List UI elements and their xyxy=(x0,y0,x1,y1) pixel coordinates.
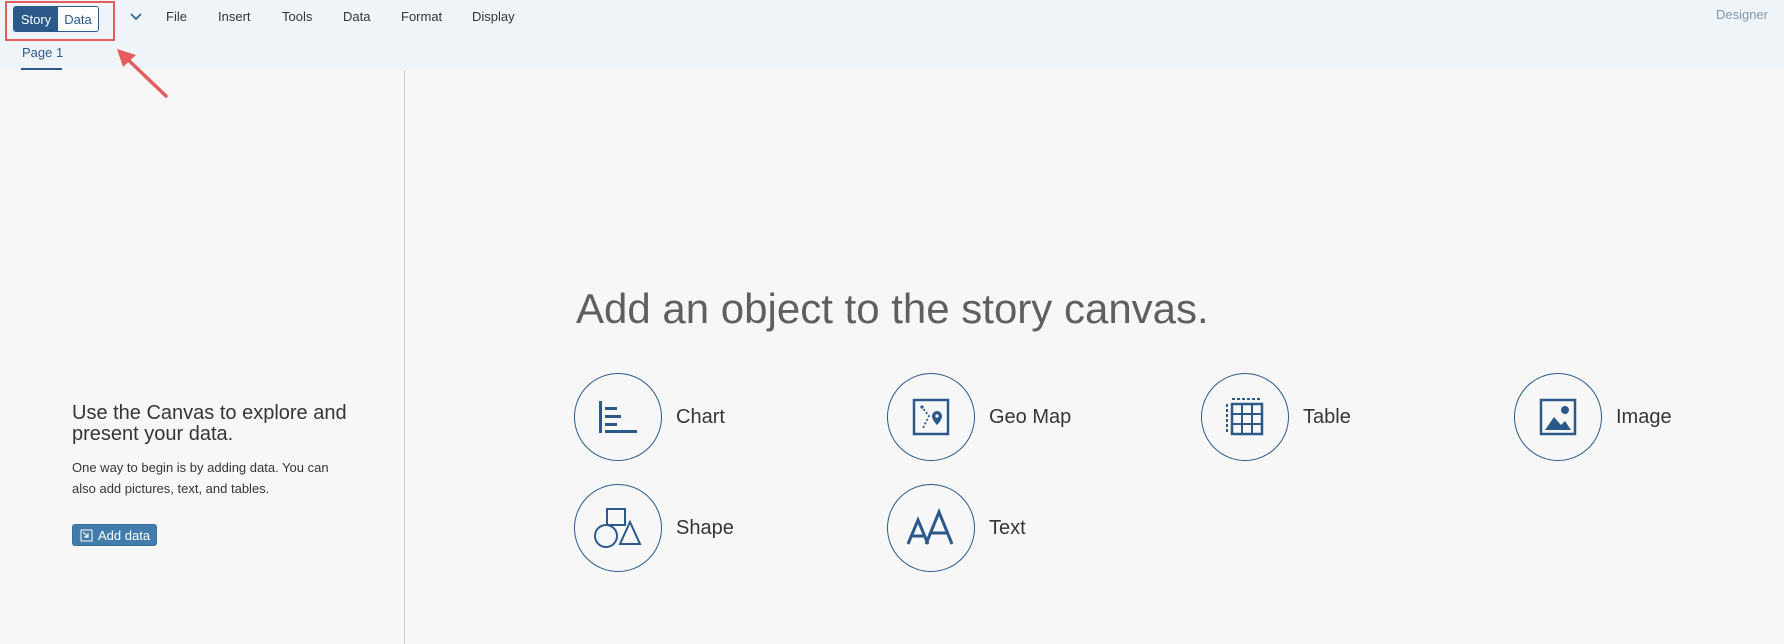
shape-icon xyxy=(594,508,642,548)
insert-text-option[interactable]: Text xyxy=(887,484,1026,572)
text-icon-circle xyxy=(887,484,975,572)
image-label: Image xyxy=(1616,405,1672,428)
insert-table-option[interactable]: Table xyxy=(1201,373,1351,461)
insert-image-option[interactable]: Image xyxy=(1514,373,1672,461)
shape-label: Shape xyxy=(676,516,734,539)
top-shell-bar: Story Data File Insert Tools Data Format… xyxy=(0,0,1784,70)
tab-page-1[interactable]: Page 1 xyxy=(22,45,63,60)
table-icon-circle xyxy=(1201,373,1289,461)
add-data-icon xyxy=(80,529,93,541)
add-data-label: Add data xyxy=(98,527,151,543)
geo-map-icon xyxy=(912,398,950,436)
insert-shape-option[interactable]: Shape xyxy=(574,484,734,572)
text-icon xyxy=(906,508,954,545)
annotation-highlight-box xyxy=(5,1,115,41)
menu-format[interactable]: Format xyxy=(401,8,442,26)
menu-file[interactable]: File xyxy=(166,8,187,26)
insert-geo-map-option[interactable]: Geo Map xyxy=(887,373,1071,461)
left-panel-description: One way to begin is by adding data. You … xyxy=(72,460,329,496)
chevron-down-icon[interactable] xyxy=(127,8,145,26)
image-icon-circle xyxy=(1514,373,1602,461)
chart-icon xyxy=(599,401,637,433)
table-icon xyxy=(1226,398,1264,436)
text-label: Text xyxy=(989,516,1026,539)
geo-map-label: Geo Map xyxy=(989,405,1072,428)
menu-insert[interactable]: Insert xyxy=(218,8,251,26)
table-label: Table xyxy=(1303,405,1351,428)
menu-display[interactable]: Display xyxy=(472,8,515,26)
menu-data[interactable]: Data xyxy=(343,8,370,26)
left-panel: Use the Canvas to explore and present yo… xyxy=(0,70,405,644)
menu-tools[interactable]: Tools xyxy=(282,8,312,26)
mode-label: Designer xyxy=(1715,7,1768,22)
add-data-button[interactable]: Add data xyxy=(72,524,157,546)
shape-icon-circle xyxy=(574,484,662,572)
left-panel-title: Use the Canvas to explore and present yo… xyxy=(72,402,347,445)
insert-chart-option[interactable]: Chart xyxy=(574,373,725,461)
chart-icon-circle xyxy=(574,373,662,461)
canvas-title: Add an object to the story canvas. xyxy=(576,285,1209,332)
chart-label: Chart xyxy=(676,405,725,428)
image-icon xyxy=(1539,398,1577,436)
geo-map-icon-circle xyxy=(887,373,975,461)
